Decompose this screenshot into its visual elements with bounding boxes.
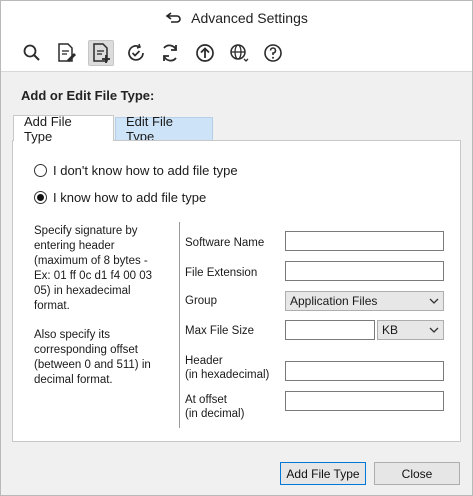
add-file-type-button[interactable]: Add File Type bbox=[280, 462, 366, 485]
refresh-icon[interactable] bbox=[157, 40, 183, 66]
radio-know[interactable]: I know how to add file type bbox=[34, 190, 206, 205]
software-name-input[interactable] bbox=[285, 231, 444, 251]
window-title: Advanced Settings bbox=[191, 9, 308, 26]
document-edit-icon[interactable] bbox=[53, 40, 79, 66]
close-button[interactable]: Close bbox=[374, 462, 460, 485]
radio-dont-know[interactable]: I don't know how to add file type bbox=[34, 163, 238, 178]
header-label-line1: Header bbox=[185, 355, 223, 367]
software-name-label: Software Name bbox=[185, 237, 265, 249]
offset-label: At offset (in decimal) bbox=[185, 393, 244, 421]
radio-button[interactable] bbox=[34, 191, 47, 204]
toolbar bbox=[1, 34, 472, 72]
chevron-down-icon bbox=[429, 298, 439, 304]
header-label-line2: (in hexadecimal) bbox=[185, 369, 270, 381]
offset-label-line1: At offset bbox=[185, 394, 227, 406]
vertical-divider bbox=[179, 222, 180, 428]
upload-icon[interactable] bbox=[192, 40, 218, 66]
radio-label: I don't know how to add file type bbox=[53, 163, 238, 178]
group-select[interactable]: Application Files bbox=[285, 291, 444, 311]
max-file-size-label: Max File Size bbox=[185, 325, 255, 337]
back-arrow-icon[interactable] bbox=[165, 11, 183, 25]
header-label: Header (in hexadecimal) bbox=[185, 354, 269, 382]
offset-description: Also specify its corresponding offset (b… bbox=[34, 329, 151, 386]
size-unit-value: KB bbox=[382, 323, 399, 337]
clock-check-icon[interactable] bbox=[123, 40, 149, 66]
title-bar: Advanced Settings bbox=[1, 1, 472, 34]
help-icon[interactable] bbox=[260, 40, 286, 66]
size-unit-select[interactable]: KB bbox=[377, 320, 444, 340]
tab-edit-file-type[interactable]: Edit File Type bbox=[115, 114, 213, 144]
section-heading: Add or Edit File Type: bbox=[21, 88, 155, 103]
group-select-value: Application Files bbox=[290, 294, 378, 308]
radio-button[interactable] bbox=[34, 164, 47, 177]
globe-settings-icon[interactable] bbox=[226, 40, 252, 66]
file-extension-label: File Extension bbox=[185, 267, 258, 279]
search-icon[interactable] bbox=[19, 40, 45, 66]
group-label: Group bbox=[185, 295, 217, 307]
add-file-type-panel: I don't know how to add file type I know… bbox=[12, 140, 461, 442]
tab-add-file-type[interactable]: Add File Type bbox=[13, 114, 114, 144]
document-add-icon[interactable] bbox=[88, 40, 114, 66]
header-input[interactable] bbox=[285, 361, 444, 381]
radio-label: I know how to add file type bbox=[53, 190, 207, 205]
max-file-size-input[interactable] bbox=[285, 320, 375, 340]
offset-label-line2: (in decimal) bbox=[185, 408, 245, 420]
advanced-settings-window: Advanced Settings Add or Edit File Type:… bbox=[0, 0, 473, 496]
offset-input[interactable] bbox=[285, 391, 444, 411]
file-extension-input[interactable] bbox=[285, 261, 444, 281]
chevron-down-icon bbox=[429, 327, 439, 333]
signature-description: Specify signature by entering header (ma… bbox=[34, 225, 153, 312]
